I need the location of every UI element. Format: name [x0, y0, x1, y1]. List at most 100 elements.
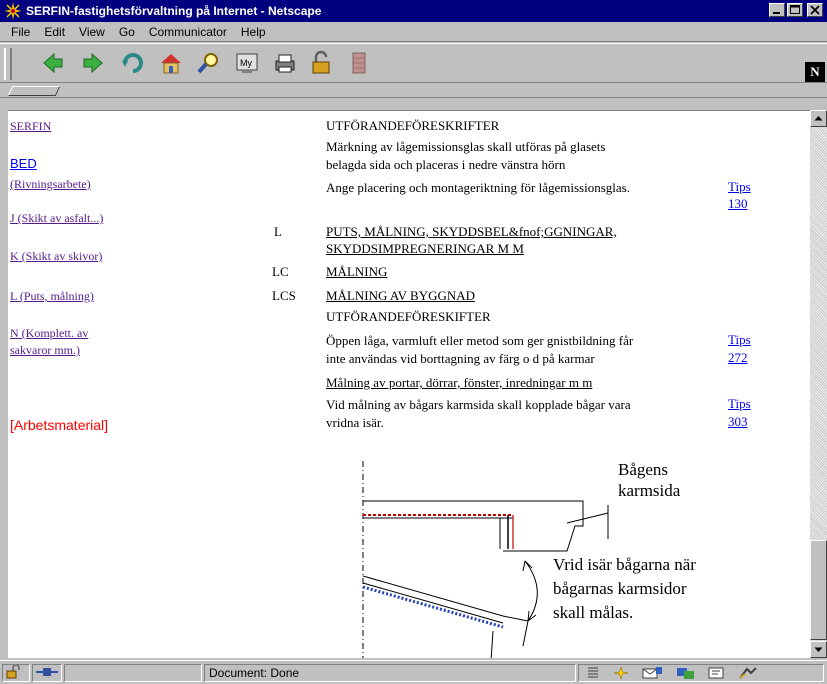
back-icon	[43, 52, 63, 74]
title-lcs: MÅLNING AV BYGGNAD	[326, 288, 476, 303]
close-icon	[810, 5, 820, 15]
svg-text:My: My	[240, 58, 252, 68]
stop-button[interactable]	[346, 50, 372, 76]
title-l-line2: SKYDDSIMPREGNERINGAR M M	[326, 241, 524, 256]
maximize-icon	[790, 5, 800, 14]
figure-label-karmsida: karmsida	[618, 481, 681, 500]
discussions-icon[interactable]	[675, 666, 697, 680]
tips-link-272[interactable]: Tips	[728, 332, 751, 348]
link-puts-malning[interactable]: L (Puts, målning)	[10, 289, 94, 304]
print-button[interactable]	[272, 50, 298, 76]
link-bed[interactable]: BED	[10, 156, 37, 171]
window-title: SERFIN-fastighetsförvaltning på Internet…	[26, 4, 322, 18]
para1-line1: Märkning av lågemissionsglas skall utför…	[326, 139, 606, 154]
my-netscape-icon: My	[236, 53, 258, 73]
composer-icon[interactable]	[707, 666, 727, 680]
link-komplett[interactable]: N (Komplett. av	[10, 326, 88, 341]
reload-button[interactable]	[120, 50, 146, 76]
component-grip-icon[interactable]	[585, 666, 601, 680]
minimize-icon	[773, 12, 780, 14]
title-l-line1: PUTS, MÅLNING, SKYDDSBEL&fnof;GGNINGAR,	[326, 224, 617, 239]
para2: Ange placering och montageriktning för l…	[326, 180, 630, 195]
figure-label-vrid-1: Vrid isär bågarna när	[553, 555, 696, 574]
figure-label-vrid-3: skall målas.	[553, 603, 634, 622]
stop-icon	[352, 52, 366, 74]
forward-button[interactable]	[80, 50, 106, 76]
home-icon	[161, 54, 181, 74]
security-button[interactable]	[308, 50, 334, 76]
title-bar: SERFIN-fastighetsförvaltning på Internet…	[0, 0, 827, 22]
menu-file[interactable]: File	[4, 25, 37, 39]
window-sash-illustration: Bågens karmsida Vrid isär bågarna när bå…	[353, 460, 696, 658]
status-text: Document: Done	[204, 664, 576, 682]
tips-link-130-number[interactable]: 130	[728, 196, 748, 212]
para3-line1: Öppen låga, varmluft eller metod som ger…	[326, 333, 634, 348]
para4-line2: vridna isär.	[326, 415, 384, 430]
location-bar-collapsed	[0, 84, 827, 98]
location-toolbar-tab[interactable]	[7, 86, 61, 96]
print-icon	[275, 54, 295, 73]
conference-icon[interactable]	[737, 666, 759, 680]
figure-label-bagens: Bågens	[618, 460, 669, 479]
arrow-up-icon	[814, 116, 823, 121]
link-rivningsarbete[interactable]: (Rivningsarbete)	[10, 177, 91, 192]
tips-link-303[interactable]: Tips	[728, 396, 751, 412]
menu-go[interactable]: Go	[112, 25, 142, 39]
back-button[interactable]	[40, 50, 66, 76]
security-icon	[312, 50, 330, 74]
menu-help[interactable]: Help	[234, 25, 273, 39]
para4-line1: Vid målning av bågars karmsida skall kop…	[326, 397, 631, 412]
netscape-app-icon	[4, 2, 22, 20]
netscape-window: SERFIN-fastighetsförvaltning på Internet…	[0, 0, 827, 684]
tips-link-272-number[interactable]: 272	[728, 350, 748, 366]
link-serfin[interactable]: SERFIN	[10, 119, 51, 134]
component-bar	[578, 664, 824, 682]
netscape-logo[interactable]: N	[805, 62, 825, 82]
para1-line2: belagda sida och placeras i nedre vänstr…	[326, 157, 566, 172]
menu-edit[interactable]: Edit	[37, 25, 72, 39]
status-bar: Document: Done	[0, 660, 827, 684]
unlocked-padlock-icon	[6, 664, 20, 679]
vertical-scrollbar[interactable]	[810, 110, 827, 658]
heading-utforandeforeskrifter: UTFÖRANDEFÖRESKRIFTER	[326, 118, 500, 133]
title-lc: MÅLNING	[326, 264, 388, 279]
subheading-malning-portar: Målning av portar, dörrar, fönster, inre…	[326, 375, 593, 390]
toolbar-grip[interactable]	[4, 48, 12, 80]
link-skikt-asfalt[interactable]: J (Skikt av asfalt...)	[10, 211, 103, 226]
security-status[interactable]	[2, 664, 30, 682]
code-lcs: LCS	[272, 288, 296, 303]
maximize-button[interactable]	[787, 3, 803, 17]
scroll-down-button[interactable]	[810, 641, 827, 658]
progress-indicator	[64, 664, 202, 682]
scroll-thumb[interactable]	[810, 540, 827, 640]
menu-communicator[interactable]: Communicator	[142, 25, 234, 39]
plug-icon	[36, 668, 58, 676]
navigation-toolbar: My	[0, 43, 827, 83]
tips-link-303-number[interactable]: 303	[728, 414, 748, 430]
my-netscape-button[interactable]: My	[234, 50, 260, 76]
link-skikt-skivor[interactable]: K (Skikt av skivor)	[10, 249, 102, 264]
menu-bar: File Edit View Go Communicator Help	[0, 22, 827, 42]
tips-link-130[interactable]: Tips	[728, 179, 751, 195]
menu-view[interactable]: View	[72, 25, 112, 39]
page-content: SERFIN BED (Rivningsarbete) J (Skikt av …	[8, 110, 810, 658]
figure-label-vrid-2: bågarnas karmsidor	[553, 579, 687, 598]
scroll-up-button[interactable]	[810, 110, 827, 127]
code-l: L	[274, 224, 282, 239]
connection-status[interactable]	[32, 664, 62, 682]
forward-icon	[83, 52, 103, 74]
heading-utforandeforeskifter: UTFÖRANDEFÖRESKIFTER	[326, 309, 491, 324]
home-button[interactable]	[158, 50, 184, 76]
search-button[interactable]	[196, 50, 222, 76]
search-icon	[197, 53, 218, 74]
minimize-button[interactable]	[769, 3, 785, 17]
code-lc: LC	[272, 264, 289, 279]
navigator-icon[interactable]	[611, 666, 631, 680]
mail-icon[interactable]	[641, 666, 665, 680]
link-sakvaror[interactable]: sakvaror mm.)	[10, 343, 80, 358]
para3-line2: inte användas vid borttagning av färg o …	[326, 351, 595, 366]
close-button[interactable]	[807, 3, 823, 17]
arbetsmaterial-label: [Arbetsmaterial]	[10, 417, 109, 433]
reload-icon	[122, 53, 143, 73]
arrow-down-icon	[814, 647, 823, 652]
